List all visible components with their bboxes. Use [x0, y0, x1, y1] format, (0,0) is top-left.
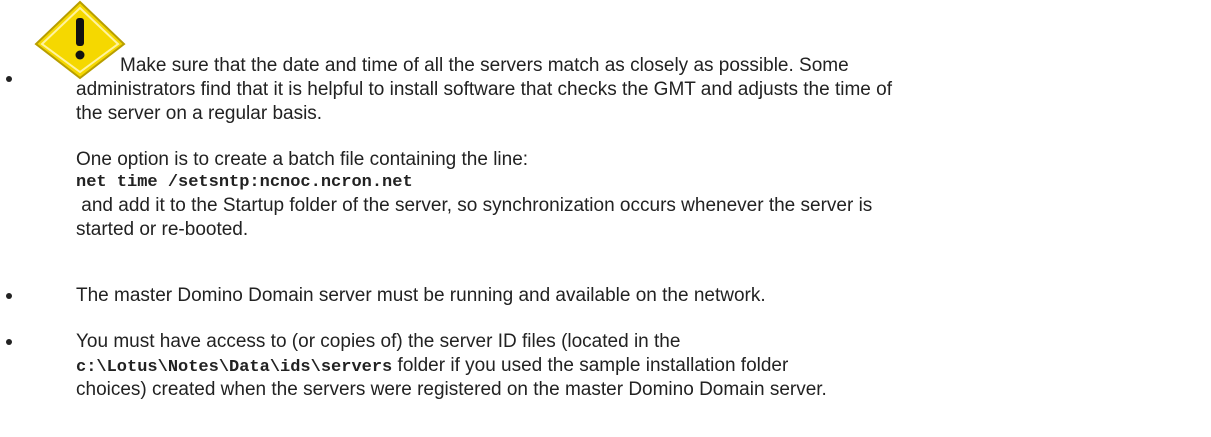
- item1-line-1: Make sure that the date and time of all …: [120, 55, 849, 76]
- item1-para2-intro: One option is to create a batch file con…: [76, 149, 529, 170]
- item2-text: The master Domino Domain server must be …: [76, 285, 766, 306]
- item1-line-3: the server on a regular basis.: [76, 103, 323, 124]
- path-code: c:\Lotus\Notes\Data\ids\servers: [76, 358, 393, 377]
- item1-line-2: administrators find that it is helpful t…: [76, 79, 892, 100]
- bullet-dot: [6, 293, 12, 299]
- warning-icon: [34, 0, 126, 80]
- item3-line-2-rest: folder if you used the sample installati…: [392, 355, 789, 376]
- bullet-dot: [6, 339, 12, 345]
- item1-para2-line-2: started or re-booted.: [76, 219, 249, 240]
- bullet-dot: [6, 76, 12, 82]
- item3-line-3: choices) created when the servers were r…: [76, 379, 827, 400]
- item3-line-1: You must have access to (or copies of) t…: [76, 331, 681, 352]
- command-code: net time /setsntp:ncnoc.ncron.net: [76, 173, 413, 192]
- item1-para2-line-1: and add it to the Startup folder of the …: [76, 195, 873, 216]
